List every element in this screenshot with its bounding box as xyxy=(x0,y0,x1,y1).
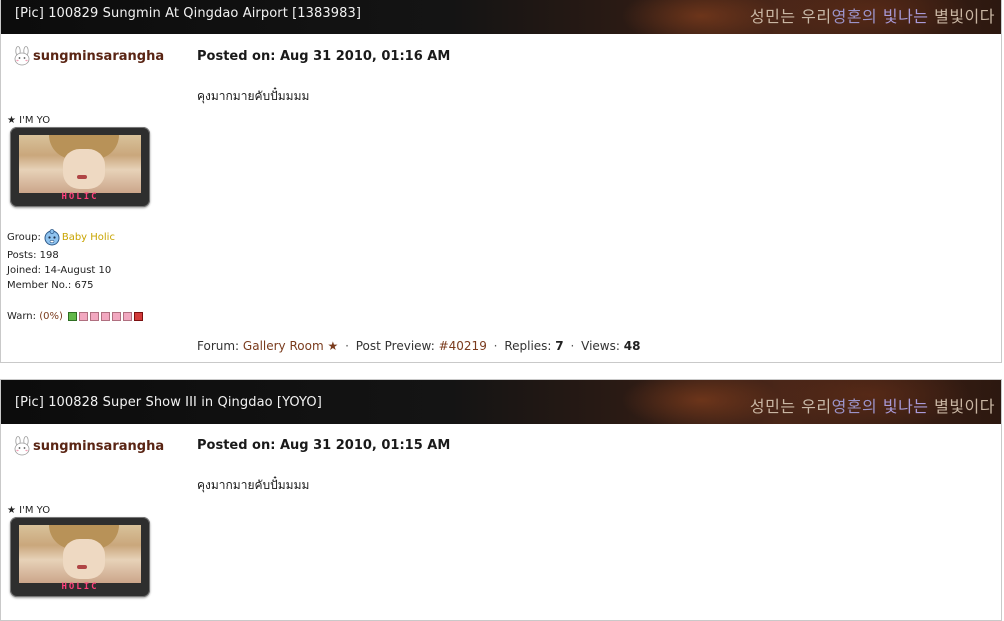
post-title-bar: [Pic] 100829 Sungmin At Qingdao Airport … xyxy=(1,0,1001,34)
member-rank: ★ I'M YO xyxy=(7,115,51,126)
forum-post: [Pic] 100829 Sungmin At Qingdao Airport … xyxy=(0,0,1002,363)
banner-korean-text: 성민는 우리영혼의 빛나는 별빛이다 xyxy=(749,397,995,416)
warn-level: Warn: (0%) xyxy=(7,311,144,322)
baby-face-icon xyxy=(44,229,60,246)
post-title[interactable]: [Pic] 100829 Sungmin At Qingdao Airport … xyxy=(15,6,361,21)
member-group: Group: Baby Holic xyxy=(7,228,115,246)
warn-meter xyxy=(68,311,144,321)
avatar-caption: HOLIC xyxy=(61,192,99,202)
post-title-bar: [Pic] 100828 Super Show III in Qingdao [… xyxy=(1,380,1001,424)
views-count: 48 xyxy=(623,339,641,353)
member-rank: ★ I'M YO xyxy=(7,505,51,516)
post-count: Posts: 198 xyxy=(7,250,59,261)
group-name: Baby Holic xyxy=(61,232,115,243)
post-body: คุงมากมายคับปั๋มมมม xyxy=(197,89,310,103)
post-title[interactable]: [Pic] 100828 Super Show III in Qingdao [… xyxy=(15,395,322,410)
forum-post: [Pic] 100828 Super Show III in Qingdao [… xyxy=(0,379,1002,621)
avatar-caption: HOLIC xyxy=(61,582,99,592)
post-date: Posted on: Aug 31 2010, 01:16 AM xyxy=(197,49,451,64)
author: sungminsarangha xyxy=(12,436,164,456)
member-number: Member No.: 675 xyxy=(7,280,94,291)
joined-date: Joined: 14-August 10 xyxy=(7,265,112,276)
post-footer: Forum: Gallery Room ★ · Post Preview: #4… xyxy=(197,339,641,353)
bunny-icon xyxy=(14,436,30,456)
warn-percent[interactable]: (0%) xyxy=(39,311,63,322)
forum-link[interactable]: Gallery Room xyxy=(243,339,324,353)
post-date: Posted on: Aug 31 2010, 01:15 AM xyxy=(197,438,451,453)
replies-count: 7 xyxy=(555,339,564,353)
avatar: HOLIC xyxy=(10,517,150,597)
author-name[interactable]: sungminsarangha xyxy=(33,439,164,454)
bunny-icon xyxy=(14,46,30,66)
star-icon: ★ xyxy=(327,339,339,353)
author: sungminsarangha xyxy=(12,46,164,66)
post-preview-link[interactable]: #40219 xyxy=(439,339,487,353)
post-body: คุงมากมายคับปั๋มมมม xyxy=(197,478,310,492)
avatar: HOLIC xyxy=(10,127,150,207)
banner-korean-text: 성민는 우리영혼의 빛나는 별빛이다 xyxy=(749,7,995,26)
author-name[interactable]: sungminsarangha xyxy=(33,49,164,64)
